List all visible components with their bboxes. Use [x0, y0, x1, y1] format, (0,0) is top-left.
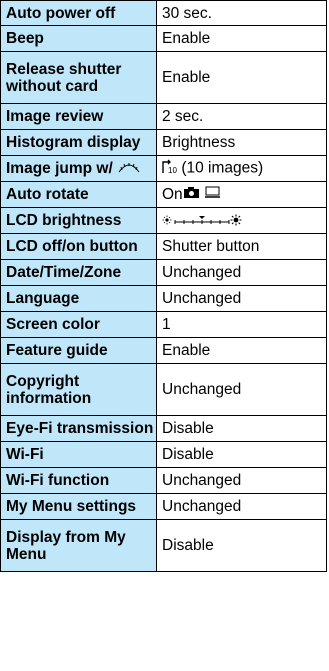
table-row: Wi-Fi function Unchanged — [0, 467, 327, 494]
setting-label-text: Image jump w/ — [6, 159, 113, 177]
table-row: Release shutter without card Enable — [0, 51, 327, 104]
settings-table: Auto power off 30 sec. Beep Enable Relea… — [0, 0, 327, 572]
table-row: Feature guide Enable — [0, 337, 327, 364]
setting-value: Shutter button — [156, 233, 327, 260]
setting-label: Screen color — [0, 311, 157, 338]
setting-label: LCD brightness — [0, 207, 157, 234]
table-row: Image jump w/ 10 (10 images) — [0, 155, 327, 182]
setting-value: Unchanged — [156, 259, 327, 286]
table-row: Wi-Fi Disable — [0, 441, 327, 468]
setting-value: 30 sec. — [156, 0, 327, 26]
table-row: Language Unchanged — [0, 285, 327, 312]
setting-label: LCD off/on button — [0, 233, 157, 260]
setting-label: Release shutter without card — [0, 51, 157, 104]
setting-value — [156, 207, 327, 234]
setting-value: Unchanged — [156, 467, 327, 494]
brightness-scale-icon — [162, 212, 242, 230]
table-row: Image review 2 sec. — [0, 103, 327, 130]
setting-value: Unchanged — [156, 285, 327, 312]
setting-value: 10 (10 images) — [156, 155, 327, 182]
setting-label: My Menu settings — [0, 493, 157, 520]
setting-label: Copyright information — [0, 363, 157, 416]
setting-label: Date/Time/Zone — [0, 259, 157, 286]
setting-value: Brightness — [156, 129, 327, 156]
setting-value: Enable — [156, 25, 327, 52]
setting-label: Auto power off — [0, 0, 157, 26]
setting-label: Auto rotate — [0, 181, 157, 208]
setting-label: Language — [0, 285, 157, 312]
setting-value-text: (10 images) — [181, 159, 264, 177]
svg-text:10: 10 — [168, 166, 177, 174]
setting-value: Disable — [156, 519, 327, 572]
setting-label: Eye-Fi transmission — [0, 415, 157, 442]
table-row: Eye-Fi transmission Disable — [0, 415, 327, 442]
setting-value: On — [156, 181, 327, 208]
table-row: Date/Time/Zone Unchanged — [0, 259, 327, 286]
setting-label: Feature guide — [0, 337, 157, 364]
setting-label: Image review — [0, 103, 157, 130]
camera-icon — [183, 186, 200, 203]
setting-label: Display from My Menu — [0, 519, 157, 572]
table-row: Beep Enable — [0, 25, 327, 52]
table-row: My Menu settings Unchanged — [0, 493, 327, 520]
table-row: Auto rotate On — [0, 181, 327, 208]
table-row: Copyright information Unchanged — [0, 363, 327, 416]
setting-value: Unchanged — [156, 363, 327, 416]
table-row: Screen color 1 — [0, 311, 327, 338]
setting-value: Enable — [156, 337, 327, 364]
setting-value-text: On — [162, 185, 183, 203]
setting-label: Beep — [0, 25, 157, 52]
table-row: Display from My Menu Disable — [0, 519, 327, 572]
table-row: LCD brightness — [0, 207, 327, 234]
setting-label: Wi-Fi function — [0, 467, 157, 494]
setting-value: Disable — [156, 415, 327, 442]
setting-value: 2 sec. — [156, 103, 327, 130]
setting-value: 1 — [156, 311, 327, 338]
computer-monitor-icon — [204, 186, 221, 203]
table-row: LCD off/on button Shutter button — [0, 233, 327, 260]
setting-label: Wi-Fi — [0, 441, 157, 468]
setting-label: Image jump w/ — [0, 155, 157, 182]
main-dial-icon — [117, 160, 141, 178]
setting-value: Unchanged — [156, 493, 327, 520]
setting-value: Enable — [156, 51, 327, 104]
setting-label: Histogram display — [0, 129, 157, 156]
jump-10-images-icon: 10 — [162, 159, 177, 178]
setting-value: Disable — [156, 441, 327, 468]
table-row: Histogram display Brightness — [0, 129, 327, 156]
table-row: Auto power off 30 sec. — [0, 0, 327, 26]
